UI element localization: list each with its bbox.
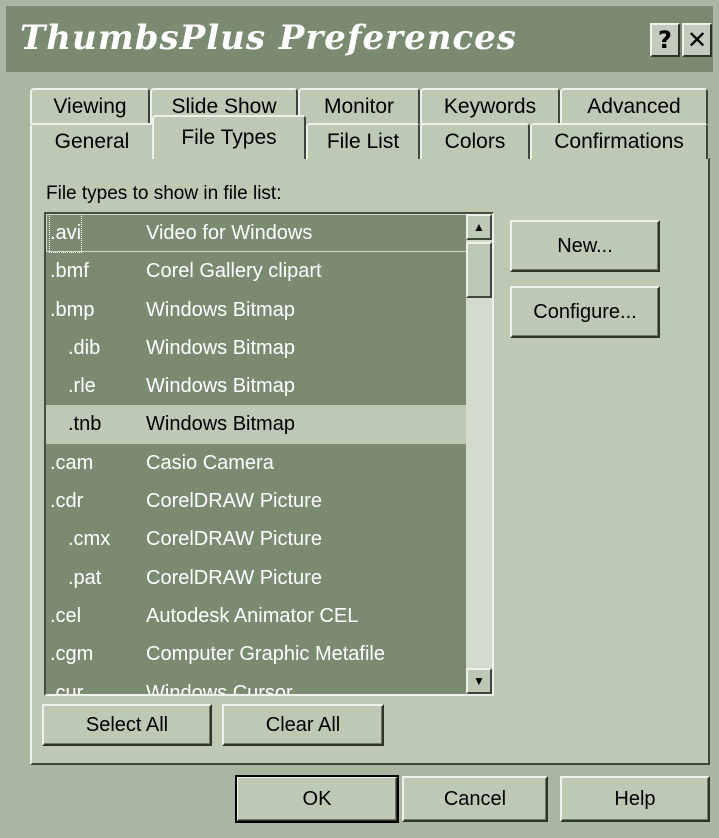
file-type-description: Windows Bitmap [146,336,295,359]
tab-file-types[interactable]: File Types [152,115,306,159]
list-item[interactable]: .cur Windows Cursor [46,674,468,696]
tab-colors[interactable]: Colors [420,123,530,159]
file-extension: .cur [50,681,84,696]
list-item[interactable]: .rle Windows Bitmap [46,367,468,405]
list-item[interactable]: .cgm Computer Graphic Metafile [46,635,468,673]
file-extension: .rle [68,375,96,398]
file-type-description: Windows Bitmap [146,298,295,321]
list-item[interactable]: .dib Windows Bitmap [46,329,468,367]
file-extension: .bmf [50,260,89,283]
list-item[interactable]: .avi Video for Windows [46,214,468,253]
file-extension: .cmx [68,528,111,551]
tab-confirmations[interactable]: Confirmations [530,123,708,159]
tab-advanced[interactable]: Advanced [560,88,708,124]
file-type-description: Windows Cursor [146,681,293,696]
file-type-description: Corel Gallery clipart [146,260,322,283]
file-extension: .tnb [68,413,102,436]
file-type-description: Autodesk Animator CEL [146,604,359,627]
file-extension: .cam [50,451,94,474]
file-type-description: CorelDRAW Picture [146,528,322,551]
file-extension: .cgm [50,643,94,666]
title-bar[interactable]: ThumbsPlus Preferences ? ✕ [6,6,713,72]
help-icon[interactable]: ? [650,23,680,57]
clear-all-button[interactable]: Clear All [222,704,384,746]
tab-keywords[interactable]: Keywords [420,88,560,124]
list-scrollbar[interactable]: ▲ ▼ [466,214,492,694]
file-extension: .bmp [50,298,95,321]
tab-file-list[interactable]: File List [306,123,420,159]
list-item[interactable]: .cdr CorelDRAW Picture [46,482,468,520]
file-extension: .avi [48,214,83,253]
select-all-button[interactable]: Select All [42,704,212,746]
help-button[interactable]: Help [560,776,710,822]
list-item[interactable]: .bmf Corel Gallery clipart [46,252,468,290]
file-extension: .pat [68,566,102,589]
tab-general[interactable]: General [30,123,154,159]
file-extension: .dib [68,336,101,359]
file-type-description: Windows Bitmap [146,413,295,436]
close-icon[interactable]: ✕ [682,23,712,57]
preferences-window: ThumbsPlus Preferences ? ✕ Viewing Slide… [0,0,719,838]
file-types-list[interactable]: .avi Video for Windows .bmf Corel Gallery c… [44,212,494,696]
ok-button[interactable]: OK [235,775,399,823]
cancel-button[interactable]: Cancel [402,776,548,822]
file-type-description: Windows Bitmap [146,375,295,398]
file-type-description: Computer Graphic Metafile [146,643,385,666]
file-type-description: CorelDRAW Picture [146,490,322,513]
list-item[interactable]: .cmx CorelDRAW Picture [46,520,468,558]
list-item[interactable]: .pat CorelDRAW Picture [46,559,468,597]
scroll-thumb[interactable] [466,242,492,298]
list-item[interactable]: .cel Autodesk Animator CEL [46,597,468,635]
tab-monitor[interactable]: Monitor [298,88,420,124]
file-extension: .cdr [50,490,84,513]
window-title: ThumbsPlus Preferences [20,18,517,58]
list-item[interactable]: .tnb Windows Bitmap [46,405,468,444]
configure-button[interactable]: Configure... [510,286,660,338]
new-button[interactable]: New... [510,220,660,272]
file-type-description: Casio Camera [146,451,274,474]
file-extension: .cel [50,604,82,627]
file-type-description: Video for Windows [146,222,313,244]
scroll-down-icon[interactable]: ▼ [466,668,492,694]
file-type-description: CorelDRAW Picture [146,566,322,589]
scroll-up-icon[interactable]: ▲ [466,214,492,240]
file-types-label: File types to show in file list: [46,183,282,204]
list-item[interactable]: .bmp Windows Bitmap [46,291,468,329]
list-item[interactable]: .cam Casio Camera [46,444,468,482]
tab-viewing[interactable]: Viewing [30,88,150,124]
